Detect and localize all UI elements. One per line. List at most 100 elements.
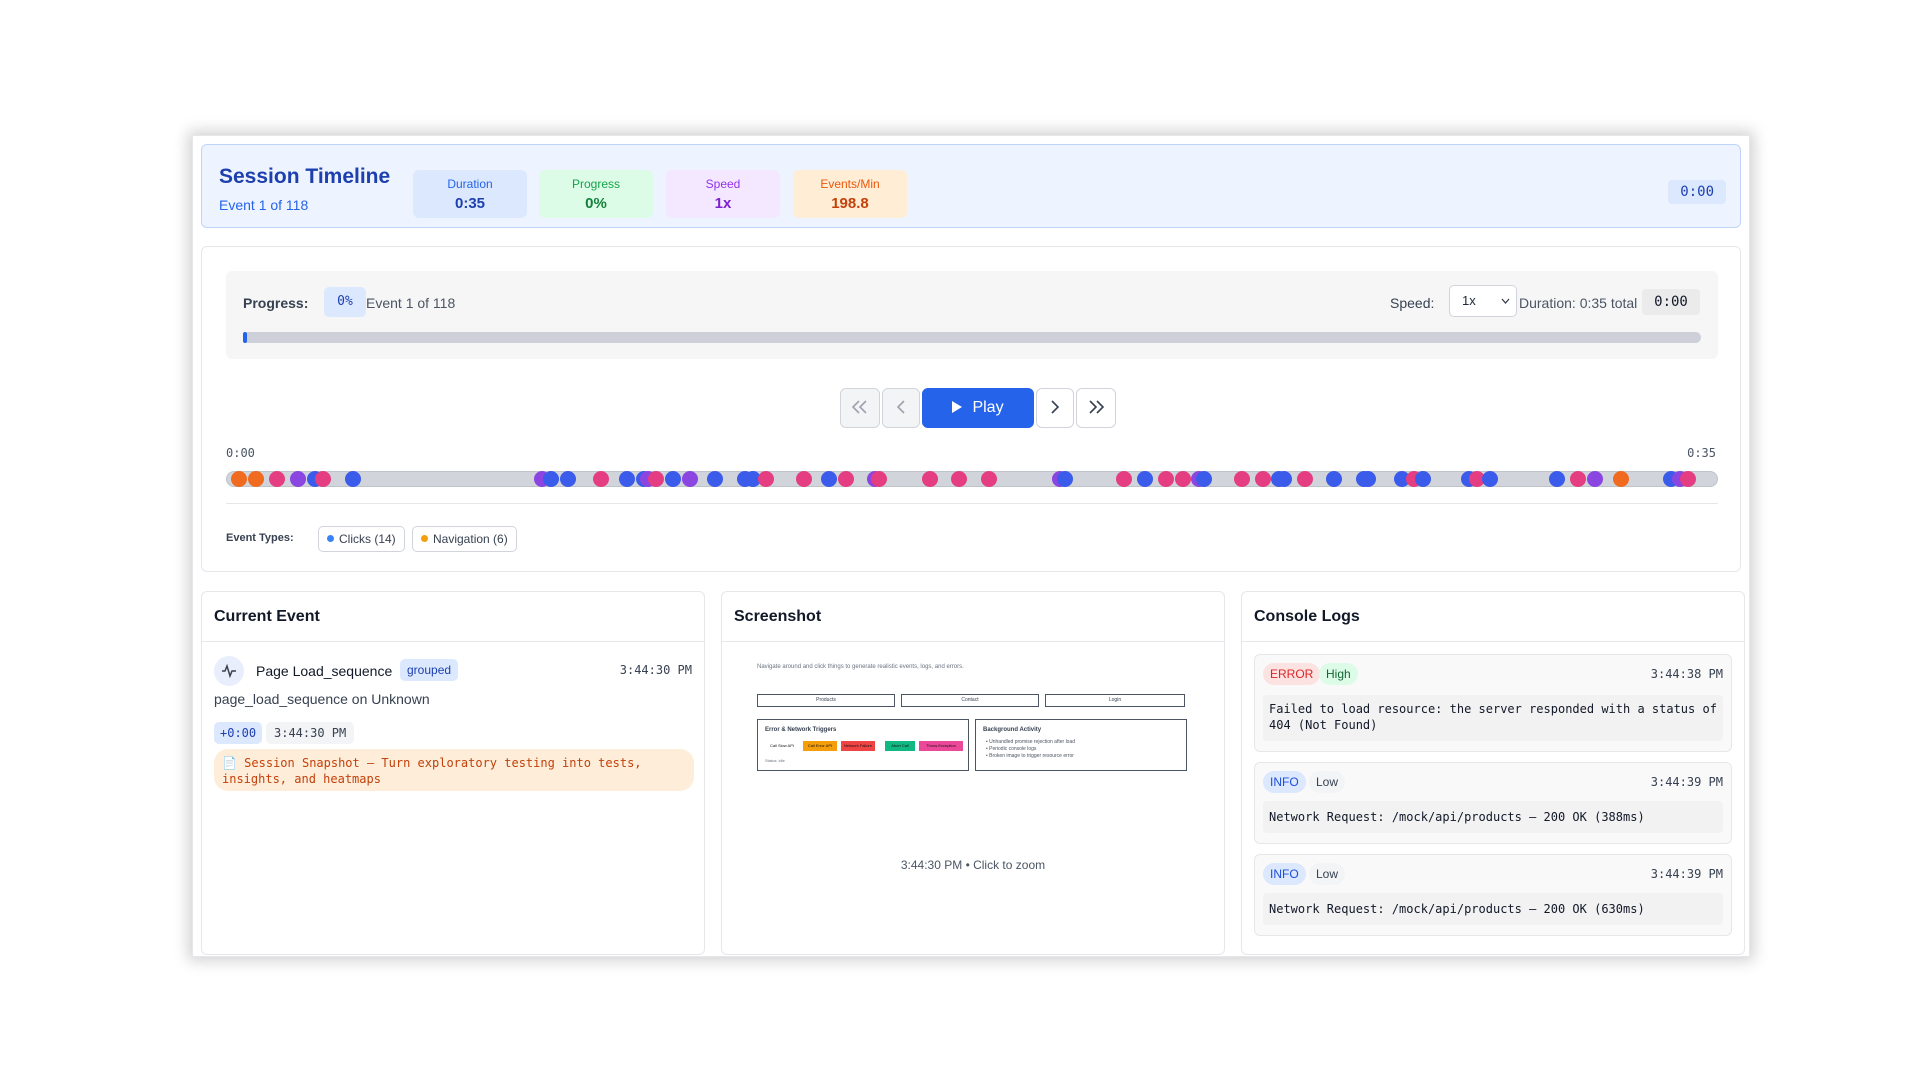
- timeline-event-click[interactable]: [820, 471, 837, 487]
- log-message: Network Request: /mock/api/products – 20…: [1263, 801, 1723, 833]
- progress-scrubber[interactable]: [243, 332, 1701, 343]
- log-level-badge: INFO: [1263, 771, 1306, 793]
- timeline-event-click[interactable]: [1326, 471, 1343, 487]
- log-entry[interactable]: INFO Low 3:44:39 PM Network Request: /mo…: [1254, 762, 1732, 844]
- double-chevron-right-icon: [1087, 398, 1105, 418]
- timeline-event-nav[interactable]: [1254, 471, 1271, 487]
- timeline-event-nav[interactable]: [921, 471, 938, 487]
- log-level-badge: INFO: [1263, 863, 1306, 885]
- duration-text: Duration: 0:35 total: [1519, 295, 1638, 311]
- timeline-event-nav[interactable]: [1157, 471, 1174, 487]
- timeline-event-click[interactable]: [1136, 471, 1153, 487]
- timeline-event-nav[interactable]: [593, 471, 610, 487]
- speed-select-value: 1x: [1462, 293, 1476, 308]
- timeline-event-click[interactable]: [664, 471, 681, 487]
- progress-fill: [243, 332, 247, 343]
- jump-to-end-button[interactable]: [1076, 388, 1116, 428]
- page-title: Session Timeline: [219, 165, 391, 188]
- speed-label: Speed:: [1390, 295, 1435, 311]
- timeline-event-click[interactable]: [707, 471, 724, 487]
- play-button[interactable]: Play: [922, 388, 1034, 428]
- preview-list-item: • Periodic console logs: [986, 746, 1037, 752]
- timeline-event-nav[interactable]: [1679, 471, 1696, 487]
- timeline-event-click[interactable]: [1195, 471, 1212, 487]
- timeline-event-nav[interactable]: [837, 471, 854, 487]
- event-timeline[interactable]: [226, 471, 1718, 487]
- progress-event-text: Event 1 of 118: [366, 295, 456, 311]
- stat-speed: Speed 1x: [666, 170, 780, 218]
- timeline-event-nav[interactable]: [871, 471, 888, 487]
- chevron-down-icon: [1501, 286, 1510, 329]
- speed-select[interactable]: 1x: [1449, 285, 1517, 317]
- timeline-event-form[interactable]: [290, 471, 307, 487]
- preview-box-title: Error & Network Triggers: [765, 727, 837, 733]
- log-severity-badge: High: [1319, 663, 1358, 685]
- play-icon: [952, 401, 963, 413]
- timeline-event-click[interactable]: [1056, 471, 1073, 487]
- log-time: 3:44:38 PM: [1650, 667, 1723, 681]
- timeline-event-click[interactable]: [1549, 471, 1566, 487]
- timeline-event-nav[interactable]: [757, 471, 774, 487]
- timeline-event-nav[interactable]: [951, 471, 968, 487]
- previous-event-button[interactable]: [882, 388, 920, 428]
- timeline-event-nav[interactable]: [1233, 471, 1250, 487]
- log-entry[interactable]: ERROR High 3:44:38 PM Failed to load res…: [1254, 654, 1732, 752]
- stat-label: Speed: [705, 177, 741, 191]
- timeline-divider: [226, 503, 1718, 504]
- panel-title: Screenshot: [722, 592, 1224, 642]
- event-time: 3:44:30 PM: [619, 663, 692, 677]
- timeline-event-nav[interactable]: [1296, 471, 1313, 487]
- log-time: 3:44:39 PM: [1650, 775, 1723, 789]
- timeline-event-nav[interactable]: [980, 471, 997, 487]
- log-message: Failed to load resource: the server resp…: [1263, 695, 1723, 741]
- play-button-label: Play: [972, 399, 1004, 416]
- event-tag-badge: grouped: [400, 659, 459, 681]
- chevron-right-icon: [1050, 398, 1060, 418]
- preview-status: Status: idle: [765, 758, 785, 763]
- preview-button: Throw Exception: [919, 741, 963, 751]
- replay-player: Progress: 0% Event 1 of 118 Speed: 1x Du…: [201, 246, 1741, 572]
- log-severity-badge: Low: [1309, 863, 1346, 885]
- player-clock: 0:00: [1642, 289, 1700, 315]
- timeline-event-nav[interactable]: [269, 471, 286, 487]
- preview-intro-text: Navigate around and click things to gene…: [757, 664, 964, 670]
- preview-button: Network Failure: [841, 741, 875, 751]
- event-name: Page Load_sequence: [256, 663, 393, 679]
- timeline-event-nav[interactable]: [795, 471, 812, 487]
- stat-progress: Progress 0%: [539, 170, 653, 218]
- jump-to-start-button[interactable]: [840, 388, 880, 428]
- timeline-event-orange[interactable]: [231, 471, 248, 487]
- timeline-event-form[interactable]: [681, 471, 698, 487]
- preview-background-box: Background Activity • Unhandled promise …: [975, 719, 1187, 771]
- timeline-event-orange[interactable]: [248, 471, 265, 487]
- timeline-event-click[interactable]: [542, 471, 559, 487]
- next-event-button[interactable]: [1036, 388, 1074, 428]
- legend-chip-clicks[interactable]: Clicks (14): [318, 526, 405, 552]
- timeline-event-nav[interactable]: [648, 471, 665, 487]
- timeline-event-click[interactable]: [559, 471, 576, 487]
- screenshot-thumbnail[interactable]: Navigate around and click things to gene…: [757, 664, 1187, 794]
- timeline-event-click[interactable]: [1275, 471, 1292, 487]
- screenshot-panel: Screenshot Navigate around and click thi…: [721, 591, 1225, 955]
- timeline-event-click[interactable]: [1482, 471, 1498, 487]
- timeline-event-nav[interactable]: [315, 471, 332, 487]
- stat-label: Progress: [571, 177, 621, 191]
- clicks-dot-icon: [327, 535, 334, 542]
- log-entry[interactable]: INFO Low 3:44:39 PM Network Request: /mo…: [1254, 854, 1732, 936]
- preview-triggers-box: Error & Network Triggers Call Slow API C…: [757, 719, 969, 771]
- timeline-event-nav[interactable]: [1174, 471, 1191, 487]
- timeline-event-nav[interactable]: [1570, 471, 1587, 487]
- progress-percent-badge: 0%: [324, 287, 366, 317]
- legend-chip-navigation[interactable]: Navigation (6): [412, 526, 517, 552]
- timeline-end-time: 0:35: [1687, 446, 1716, 460]
- timeline-event-form[interactable]: [1587, 471, 1604, 487]
- screenshot-caption: 3:44:30 PM • Click to zoom: [900, 858, 1046, 872]
- timeline-event-click[interactable]: [344, 471, 361, 487]
- timeline-event-click[interactable]: [1414, 471, 1431, 487]
- stat-label: Duration: [447, 177, 493, 191]
- timeline-event-click[interactable]: [1359, 471, 1376, 487]
- timeline-event-orange[interactable]: [1612, 471, 1629, 487]
- timeline-event-click[interactable]: [618, 471, 635, 487]
- timeline-event-nav[interactable]: [1115, 471, 1132, 487]
- preview-button: Abort Call: [885, 741, 915, 751]
